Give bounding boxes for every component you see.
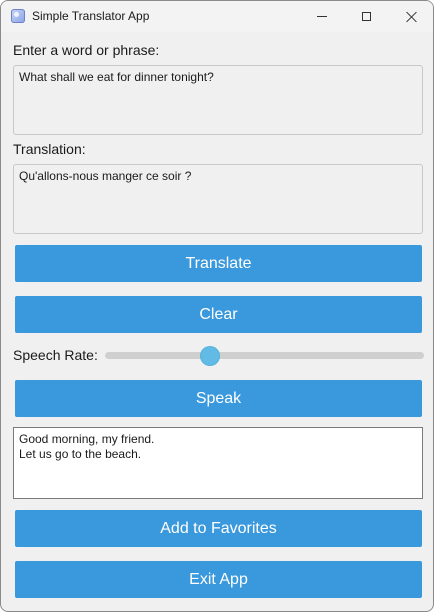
- clear-button[interactable]: Clear: [15, 296, 422, 333]
- input-textbox[interactable]: What shall we eat for dinner tonight?: [13, 65, 423, 135]
- close-button[interactable]: [389, 1, 433, 32]
- translate-button[interactable]: Translate: [15, 245, 422, 282]
- favorites-textbox[interactable]: Good morning, my friend. Let us go to th…: [13, 427, 423, 499]
- speak-button[interactable]: Speak: [15, 380, 422, 417]
- maximize-button[interactable]: [343, 1, 389, 32]
- translation-textbox[interactable]: Qu'allons-nous manger ce soir ?: [13, 164, 423, 234]
- input-label: Enter a word or phrase:: [13, 42, 160, 58]
- translation-label: Translation:: [13, 141, 86, 157]
- app-window: Simple Translator App Enter a word or ph…: [0, 0, 434, 612]
- speech-rate-slider-track[interactable]: [105, 352, 424, 359]
- speech-rate-slider-thumb[interactable]: [201, 347, 220, 365]
- close-icon: [406, 11, 418, 23]
- maximize-icon: [361, 12, 371, 21]
- speech-rate-label: Speech Rate:: [13, 347, 98, 363]
- minimize-button[interactable]: [299, 1, 345, 32]
- exit-button[interactable]: Exit App: [15, 561, 422, 598]
- title-bar[interactable]: Simple Translator App: [1, 1, 433, 32]
- minimize-icon: [317, 16, 327, 17]
- window-title: Simple Translator App: [32, 9, 150, 23]
- add-favorites-button[interactable]: Add to Favorites: [15, 510, 422, 547]
- translator-app-icon: [11, 9, 25, 23]
